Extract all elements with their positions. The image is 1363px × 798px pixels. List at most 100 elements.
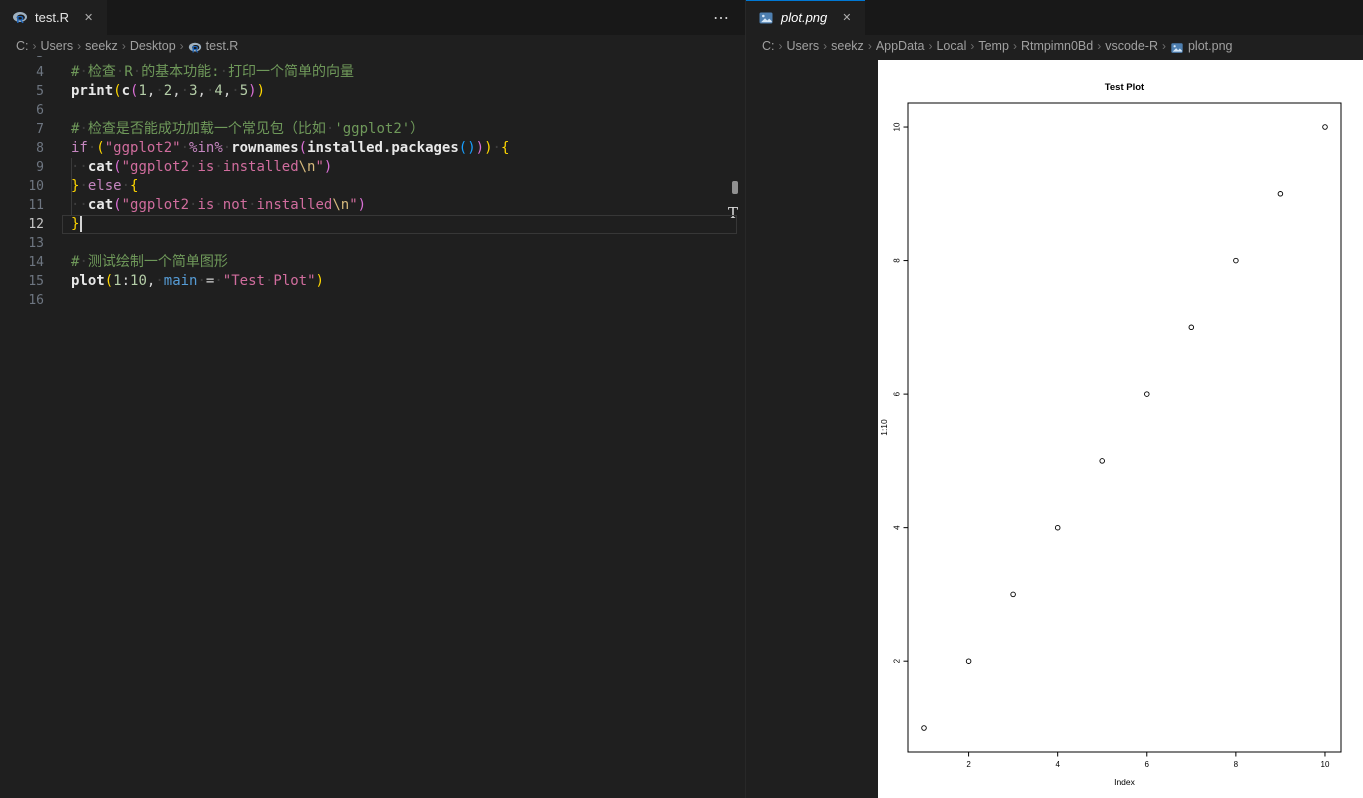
- breadcrumb-separator: ›: [867, 38, 872, 53]
- editor-actions-icon[interactable]: ⋯: [713, 0, 729, 35]
- breadcrumb-item[interactable]: AppData: [876, 39, 925, 53]
- x-axis-label: Index: [1114, 777, 1136, 787]
- line-number: 8: [36, 141, 44, 156]
- data-point: [1188, 324, 1195, 331]
- active-tab-accent: [746, 0, 866, 1]
- plot-title: Test Plot: [1105, 82, 1145, 93]
- data-point: [1054, 524, 1061, 531]
- breadcrumb-separator: ›: [32, 38, 37, 53]
- breadcrumb-separator: ›: [1097, 38, 1102, 53]
- current-line-highlight: [62, 215, 737, 234]
- text-cursor: [80, 216, 82, 232]
- r-file-icon: R: [188, 41, 202, 55]
- tab-label-plot-png: plot.png: [781, 10, 828, 25]
- breadcrumb-item[interactable]: C:: [762, 39, 775, 53]
- line-number: 15: [28, 274, 44, 289]
- code-text: ··cat("ggplot2·is·not·installed\n"): [71, 197, 367, 213]
- code-text: }: [71, 215, 82, 234]
- breadcrumb-item[interactable]: seekz: [831, 39, 864, 53]
- line-number: 6: [36, 103, 44, 118]
- tab-bar-right: plot.png ✕: [746, 0, 1363, 35]
- image-preview[interactable]: Test Plot 2 4 6 8 10 2 4 6 8 10 Index 1:10: [746, 56, 1363, 798]
- code-text: #·测试绘制一个简单图形: [71, 254, 228, 270]
- x-tick-label: 4: [1055, 760, 1060, 769]
- breadcrumb-item[interactable]: Users: [787, 39, 820, 53]
- breadcrumb-item[interactable]: vscode-R: [1105, 39, 1158, 53]
- image-icon: [1171, 42, 1183, 53]
- breadcrumb-item[interactable]: seekz: [85, 39, 118, 53]
- tab-plot-png[interactable]: plot.png ✕: [746, 0, 866, 35]
- breadcrumb-separator: ›: [970, 38, 975, 53]
- y-tick-label: 10: [893, 122, 902, 131]
- line-number: 13: [28, 236, 44, 251]
- svg-text:R: R: [192, 44, 199, 54]
- breadcrumb-item[interactable]: test.R: [206, 39, 239, 53]
- data-point: [1322, 124, 1328, 130]
- data-point: [1144, 391, 1150, 397]
- code-line-14[interactable]: 14 #·测试绘制一个简单图形: [0, 253, 745, 272]
- breadcrumb-separator: ›: [179, 38, 184, 53]
- code-line-13[interactable]: 13: [0, 234, 745, 253]
- line-number: 12: [28, 217, 44, 232]
- y-tick-label: 2: [893, 658, 902, 663]
- code-line-3[interactable]: 3: [0, 56, 745, 63]
- data-point: [1099, 458, 1105, 464]
- tab-label-test-r: test.R: [35, 10, 69, 25]
- code-line-8[interactable]: 8 if·("ggplot2"·%in%·rownames(installed.p…: [0, 139, 745, 158]
- data-point: [921, 725, 927, 731]
- code-line-6[interactable]: 6: [0, 101, 745, 120]
- code-line-10[interactable]: 10}·else·{: [0, 177, 745, 196]
- breadcrumb-item[interactable]: C:: [16, 39, 29, 53]
- breadcrumb-separator: ›: [823, 38, 828, 53]
- breadcrumb-separator: ›: [77, 38, 82, 53]
- tab-test-r[interactable]: R test.R ✕: [0, 0, 108, 35]
- breadcrumb-separator: ›: [928, 38, 933, 53]
- breadcrumb-separator: ›: [1012, 38, 1017, 53]
- line-number: 11: [28, 198, 44, 213]
- x-tick-label: 2: [966, 760, 971, 769]
- code-text: ··cat("ggplot2·is·installed\n"): [71, 159, 333, 175]
- line-number: 7: [36, 122, 44, 137]
- line-number: 4: [36, 65, 44, 80]
- code-text: plot(1:10,·main·=·"Test·Plot"): [71, 273, 324, 289]
- close-icon[interactable]: ✕: [82, 9, 95, 26]
- data-point: [1233, 257, 1239, 264]
- code-text: #·检查·R·的基本功能:·打印一个简单的向量: [71, 64, 355, 80]
- line-number: 9: [36, 160, 44, 175]
- close-icon[interactable]: ✕: [840, 9, 853, 26]
- code-line-11[interactable]: 11 ··cat("ggplot2·is·not·installed\n"): [0, 196, 745, 215]
- line-number: 14: [28, 255, 44, 270]
- y-axis-label: 1:10: [879, 419, 889, 436]
- code-line-5[interactable]: 5 print(c(1,·2,·3,·4,·5)): [0, 82, 745, 101]
- image-icon: [759, 12, 773, 23]
- tab-bar-left: R test.R ✕ ⋯: [0, 0, 745, 35]
- breadcrumb-item[interactable]: plot.png: [1188, 39, 1232, 53]
- code-line-12[interactable]: 12}: [0, 215, 745, 234]
- breadcrumb-separator: ›: [121, 38, 126, 53]
- code-line-4[interactable]: 4 #·检查·R·的基本功能:·打印一个简单的向量: [0, 63, 745, 82]
- y-tick-label: 8: [893, 258, 902, 263]
- breadcrumb-item[interactable]: Local: [936, 39, 966, 53]
- breadcrumb-item[interactable]: Temp: [978, 39, 1009, 53]
- x-tick-label: 10: [1321, 760, 1330, 769]
- code-editor[interactable]: T 34#·检查·R·的基本功能:·打印一个简单的向量5print(c(1,·2…: [0, 56, 745, 798]
- breadcrumb-bar-left: C: › Users › seekz › Desktop › Rtest.R: [0, 35, 745, 56]
- breadcrumb-item[interactable]: Desktop: [130, 39, 176, 53]
- line-number: 3: [0, 56, 44, 63]
- breadcrumb-item[interactable]: Users: [41, 39, 74, 53]
- code-line-9[interactable]: 9 ··cat("ggplot2·is·installed\n"): [0, 158, 745, 177]
- editor-group-left: R test.R ✕ ⋯ C: › Users › seekz › Desktop › Rte…: [0, 0, 745, 798]
- image-file-icon: [758, 10, 774, 26]
- code-line-16[interactable]: 16: [0, 291, 745, 310]
- line-number: 16: [28, 293, 44, 308]
- code-line-15[interactable]: 15 plot(1:10,·main·=·"Test·Plot"): [0, 272, 745, 291]
- code-text: if·("ggplot2"·%in%·rownames(installed.pa…: [71, 140, 510, 156]
- y-tick-label: 4: [893, 525, 902, 530]
- x-tick-label: 6: [1145, 760, 1150, 769]
- y-tick-label: 6: [893, 391, 902, 396]
- r-logo-icon: R: [13, 11, 27, 26]
- code-text: print(c(1,·2,·3,·4,·5)): [71, 83, 266, 99]
- breadcrumb-item[interactable]: Rtmpimn0Bd: [1021, 39, 1093, 53]
- code-line-7[interactable]: 7 #·检查是否能成功加载一个常见包（比如·'ggplot2'）: [0, 120, 745, 139]
- x-tick-label: 8: [1234, 760, 1239, 769]
